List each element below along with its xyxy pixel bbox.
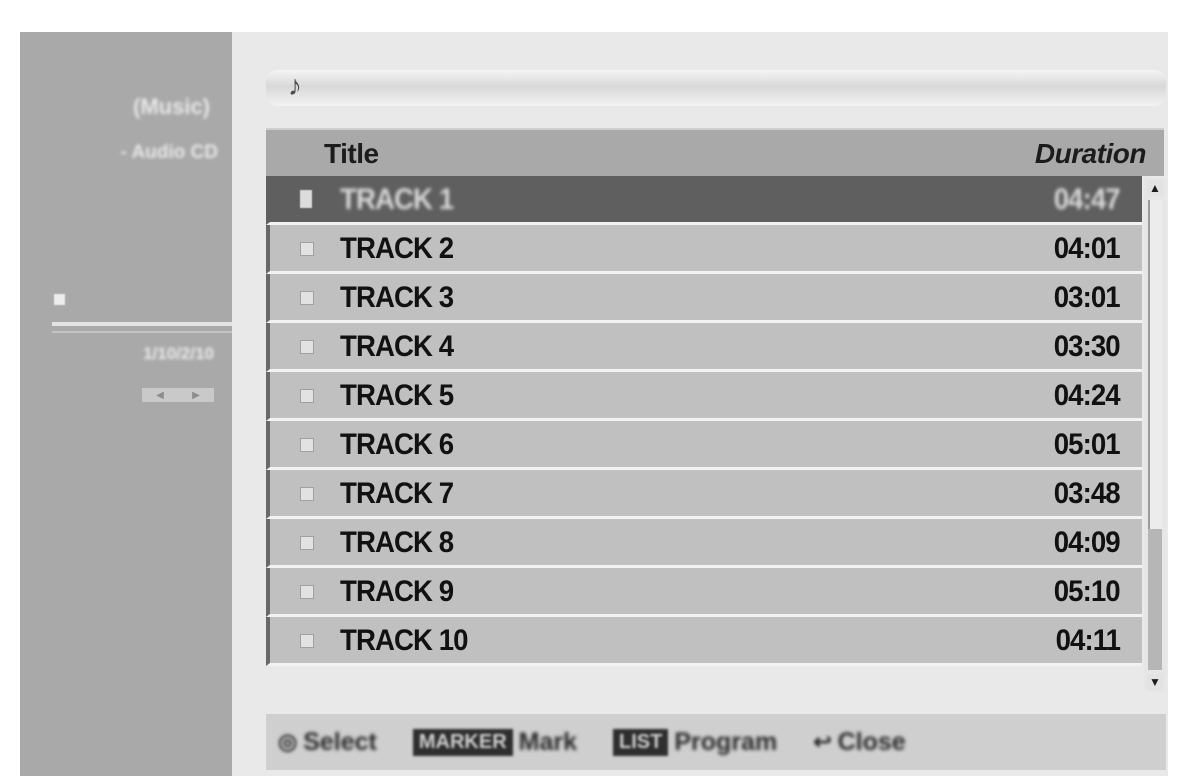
track-title: TRACK 2 <box>340 232 454 265</box>
column-header-duration: Duration <box>1034 138 1147 169</box>
mark-checkbox[interactable] <box>300 487 314 501</box>
track-duration: 04:09 <box>1054 526 1121 559</box>
scroll-down-icon[interactable]: ▼ <box>1147 674 1163 690</box>
path-bar: ♪ <box>266 70 1166 106</box>
select-hint: ◎ Select <box>278 728 377 757</box>
music-note-icon: ♪ <box>288 70 302 101</box>
track-duration: 04:11 <box>1055 624 1121 657</box>
track-title: TRACK 3 <box>340 281 454 314</box>
help-bar: ◎ Select MARKER Mark LIST Program ↩ Clos… <box>266 714 1166 770</box>
track-duration: 03:30 <box>1054 330 1121 363</box>
playback-status-icon <box>54 294 65 305</box>
track-duration: 03:48 <box>1054 477 1121 510</box>
track-title: TRACK 9 <box>340 575 454 608</box>
mark-checkbox[interactable] <box>300 340 314 354</box>
track-title: TRACK 6 <box>340 428 454 461</box>
program-hint: LIST Program <box>613 728 777 757</box>
program-label: Program <box>674 727 778 756</box>
scrollbar[interactable]: ▲ ▼ <box>1144 178 1166 692</box>
sidebar-divider-shadow <box>52 331 232 333</box>
table-row[interactable]: TRACK 1 04:47 <box>266 176 1142 225</box>
track-list: Title Duration TRACK 1 04:47 TRACK 2 04:… <box>266 128 1164 666</box>
mark-checkbox[interactable] <box>300 190 312 208</box>
enter-icon: ◎ <box>278 729 298 754</box>
list-key: LIST <box>613 728 669 756</box>
mark-checkbox[interactable] <box>300 389 314 403</box>
column-header-title: Title <box>324 138 379 169</box>
track-duration: 03:01 <box>1054 281 1121 314</box>
select-label: Select <box>303 727 377 756</box>
close-label: Close <box>837 727 906 756</box>
mark-label: Mark <box>518 727 578 756</box>
mark-checkbox[interactable] <box>300 242 314 256</box>
mark-checkbox[interactable] <box>300 634 314 648</box>
table-row[interactable]: TRACK 4 03:30 <box>266 323 1142 372</box>
close-hint: ↩ Close <box>813 728 906 757</box>
table-row[interactable]: TRACK 2 04:01 <box>266 225 1142 274</box>
page-arrows[interactable]: ◀ ▶ <box>142 388 214 402</box>
track-title: TRACK 4 <box>340 330 454 363</box>
track-counter: 1/10/2/10 <box>143 344 214 363</box>
track-duration: 05:01 <box>1054 428 1121 461</box>
mark-hint: MARKER Mark <box>412 727 578 757</box>
track-rows: TRACK 1 04:47 TRACK 2 04:01 TRACK 3 03:0… <box>266 176 1142 666</box>
table-row[interactable]: TRACK 10 04:11 <box>266 617 1142 666</box>
marker-key: MARKER <box>412 728 513 756</box>
mark-checkbox[interactable] <box>300 536 314 550</box>
page-right-icon[interactable]: ▶ <box>192 390 200 401</box>
track-title: TRACK 5 <box>340 379 454 412</box>
sidebar-divider <box>52 322 232 326</box>
mark-checkbox[interactable] <box>300 438 314 452</box>
table-row[interactable]: TRACK 3 03:01 <box>266 274 1142 323</box>
table-row[interactable]: TRACK 6 05:01 <box>266 421 1142 470</box>
track-duration: 05:10 <box>1054 575 1121 608</box>
page-left-icon[interactable]: ◀ <box>156 390 164 401</box>
track-title: TRACK 1 <box>340 183 454 216</box>
track-title: TRACK 10 <box>340 624 469 657</box>
table-row[interactable]: TRACK 8 04:09 <box>266 519 1142 568</box>
track-title: TRACK 7 <box>340 477 454 510</box>
sidebar-title: (Music) <box>133 94 210 119</box>
table-row[interactable]: TRACK 5 04:24 <box>266 372 1142 421</box>
mark-checkbox[interactable] <box>300 291 314 305</box>
sidebar: (Music) - Audio CD 1/10/2/10 ◀ ▶ <box>20 32 232 776</box>
track-duration: 04:24 <box>1054 379 1121 412</box>
track-duration: 04:01 <box>1054 232 1121 265</box>
track-title: TRACK 8 <box>340 526 454 559</box>
table-header: Title Duration <box>266 128 1164 176</box>
mark-checkbox[interactable] <box>300 585 314 599</box>
disc-type-label: - Audio CD <box>120 142 218 163</box>
return-icon: ↩ <box>813 729 832 754</box>
scroll-thumb[interactable] <box>1148 200 1162 529</box>
table-row[interactable]: TRACK 9 05:10 <box>266 568 1142 617</box>
scroll-up-icon[interactable]: ▲ <box>1147 180 1163 196</box>
track-duration: 04:47 <box>1054 183 1121 216</box>
table-row[interactable]: TRACK 7 03:48 <box>266 470 1142 519</box>
